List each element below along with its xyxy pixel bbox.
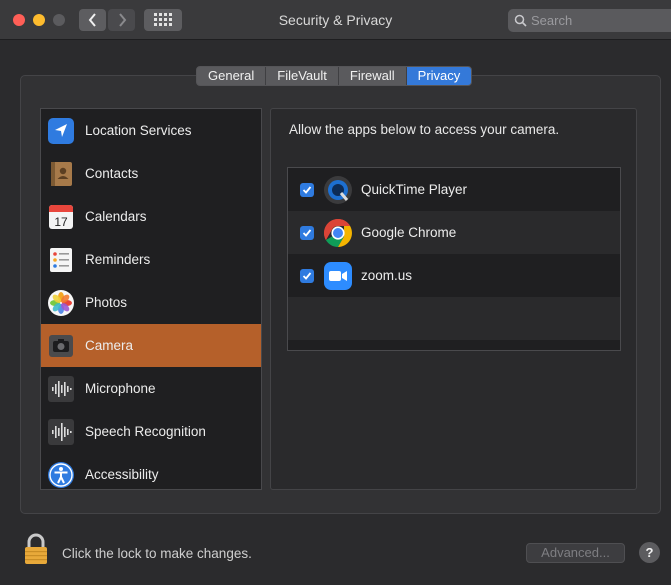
- sidebar-item-label: Speech Recognition: [85, 424, 206, 439]
- sidebar-item-calendars[interactable]: 17 Calendars: [41, 195, 261, 238]
- microphone-waveform-icon: [47, 375, 75, 403]
- tab-privacy[interactable]: Privacy: [406, 67, 472, 85]
- tab-general[interactable]: General: [197, 67, 267, 85]
- privacy-category-list: Location Services Contacts 17 Calendars …: [40, 108, 262, 490]
- list-item-google-chrome[interactable]: Google Chrome: [288, 211, 620, 254]
- sidebar-item-accessibility[interactable]: Accessibility: [41, 453, 261, 496]
- sidebar-item-camera[interactable]: Camera: [41, 324, 261, 367]
- app-name: Google Chrome: [361, 225, 457, 240]
- sidebar-item-label: Photos: [85, 295, 128, 310]
- chrome-access-checkbox[interactable]: [300, 225, 314, 240]
- sidebar-item-photos[interactable]: Photos: [41, 281, 261, 324]
- search-field[interactable]: [508, 9, 671, 32]
- location-arrow-icon: [47, 117, 75, 145]
- help-button[interactable]: ?: [639, 542, 660, 563]
- sidebar-item-label: Camera: [85, 338, 134, 353]
- list-item-zoom-us[interactable]: zoom.us: [288, 254, 620, 297]
- sidebar-item-label: Microphone: [85, 381, 156, 396]
- tab-bar: General FileVault Firewall Privacy: [196, 66, 473, 86]
- app-name: zoom.us: [361, 268, 413, 283]
- photos-flower-icon: [47, 289, 75, 317]
- title-bar: Security & Privacy: [0, 0, 671, 40]
- sidebar-item-label: Reminders: [85, 252, 151, 267]
- reminders-list-icon: [47, 246, 75, 274]
- svg-text:17: 17: [54, 215, 68, 229]
- accessibility-person-icon: [47, 461, 75, 489]
- sidebar-item-reminders[interactable]: Reminders: [41, 238, 261, 281]
- access-prompt: Allow the apps below to access your came…: [289, 122, 560, 137]
- lock-instruction-text: Click the lock to make changes.: [62, 546, 252, 561]
- app-name: QuickTime Player: [361, 182, 468, 197]
- sidebar-item-label: Calendars: [85, 209, 147, 224]
- camera-icon: [47, 332, 75, 360]
- sidebar-item-speech-recognition[interactable]: Speech Recognition: [41, 410, 261, 453]
- calendar-icon: 17: [47, 203, 75, 231]
- sidebar-item-location-services[interactable]: Location Services: [41, 109, 261, 152]
- sidebar-item-label: Contacts: [85, 166, 139, 181]
- speech-waveform-icon: [47, 418, 75, 446]
- zoom-camera-icon: [323, 261, 353, 291]
- quicktime-icon: [323, 175, 353, 205]
- list-item-quicktime-player[interactable]: QuickTime Player: [288, 168, 620, 211]
- app-access-list: QuickTime Player Google Chrome zoom.us: [287, 167, 621, 351]
- chrome-icon: [323, 218, 353, 248]
- search-input[interactable]: [531, 13, 661, 28]
- quicktime-access-checkbox[interactable]: [300, 182, 314, 197]
- checkmark-icon: [302, 271, 312, 280]
- contacts-book-icon: [47, 160, 75, 188]
- sidebar-item-microphone[interactable]: Microphone: [41, 367, 261, 410]
- tab-firewall[interactable]: Firewall: [339, 67, 407, 85]
- sidebar-item-contacts[interactable]: Contacts: [41, 152, 261, 195]
- sidebar-item-label: Location Services: [85, 123, 192, 138]
- padlock-icon[interactable]: [24, 533, 48, 565]
- zoom-access-checkbox[interactable]: [300, 268, 314, 283]
- empty-list-row: [288, 297, 620, 340]
- checkmark-icon: [302, 185, 312, 194]
- advanced-button[interactable]: Advanced...: [526, 543, 625, 563]
- search-icon: [514, 14, 527, 27]
- checkmark-icon: [302, 228, 312, 237]
- sidebar-item-label: Accessibility: [85, 467, 159, 482]
- tab-filevault[interactable]: FileVault: [266, 67, 339, 85]
